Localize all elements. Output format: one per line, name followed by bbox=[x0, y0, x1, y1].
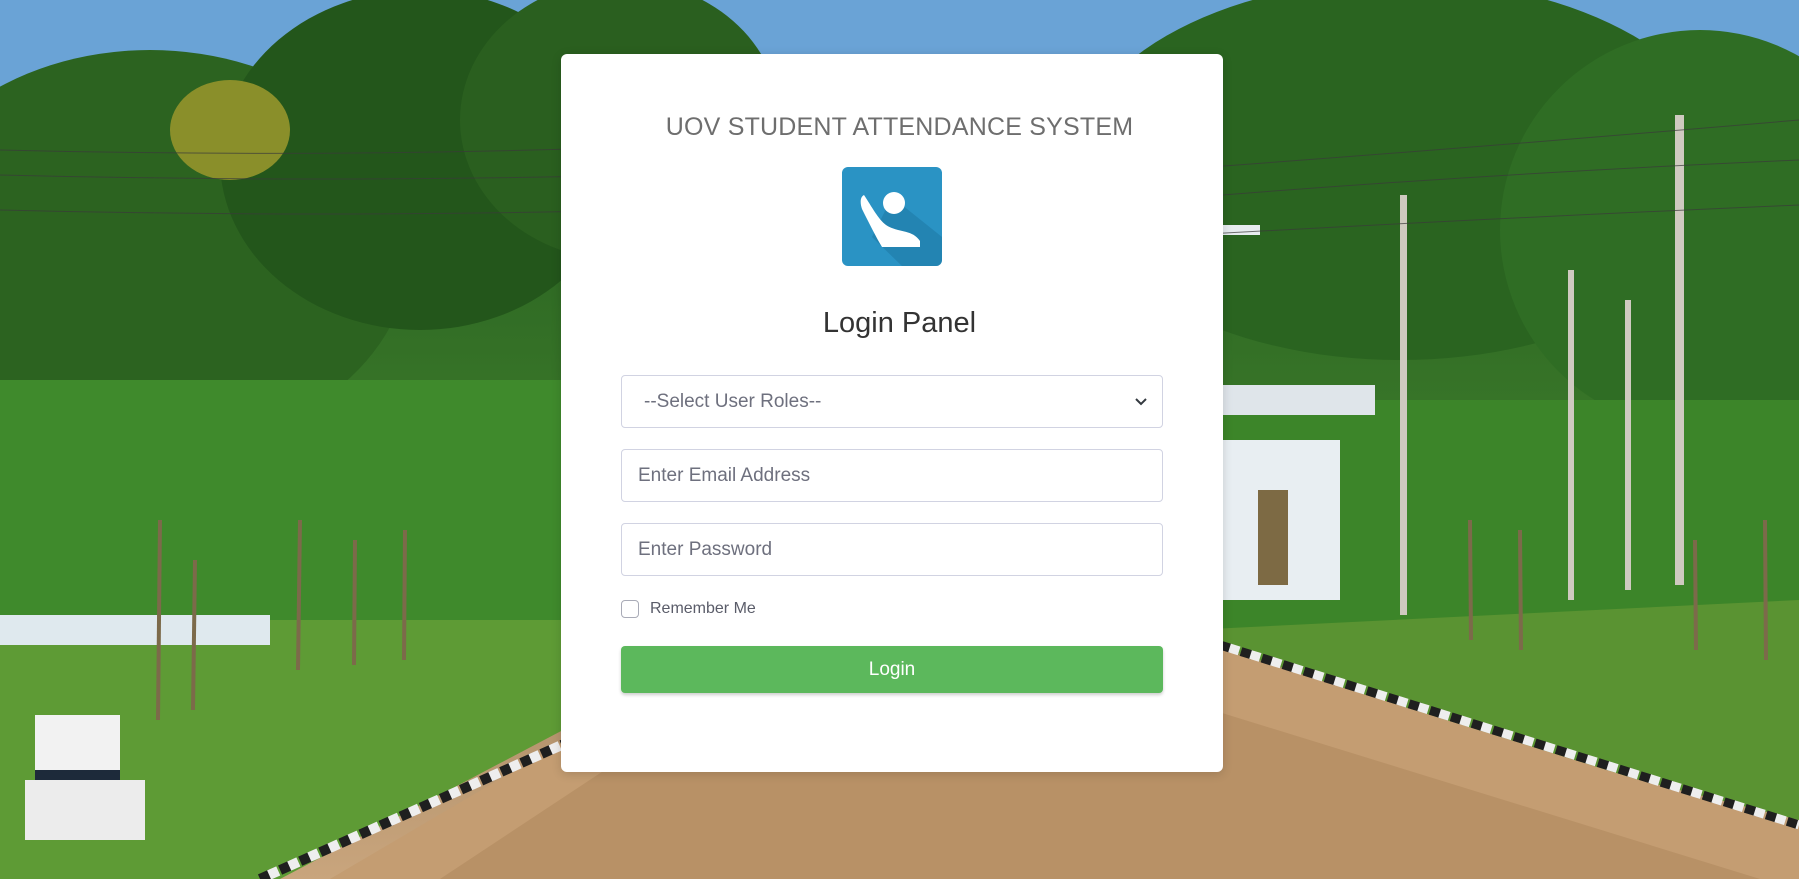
remember-me-label: Remember Me bbox=[650, 600, 756, 617]
remember-me-row[interactable]: Remember Me bbox=[621, 600, 756, 618]
user-role-selected-value: --Select User Roles-- bbox=[644, 390, 822, 412]
chevron-down-icon bbox=[1135, 397, 1147, 405]
login-panel-title: Login Panel bbox=[822, 307, 977, 339]
system-title: UOV STUDENT ATTENDANCE SYSTEM bbox=[665, 113, 1134, 141]
email-field[interactable] bbox=[621, 449, 1163, 502]
password-field[interactable] bbox=[621, 523, 1163, 576]
student-hand-raised-icon bbox=[842, 167, 942, 266]
user-role-select[interactable]: --Select User Roles-- bbox=[621, 375, 1163, 428]
remember-me-checkbox[interactable] bbox=[621, 600, 639, 618]
login-button[interactable]: Login bbox=[621, 646, 1163, 693]
